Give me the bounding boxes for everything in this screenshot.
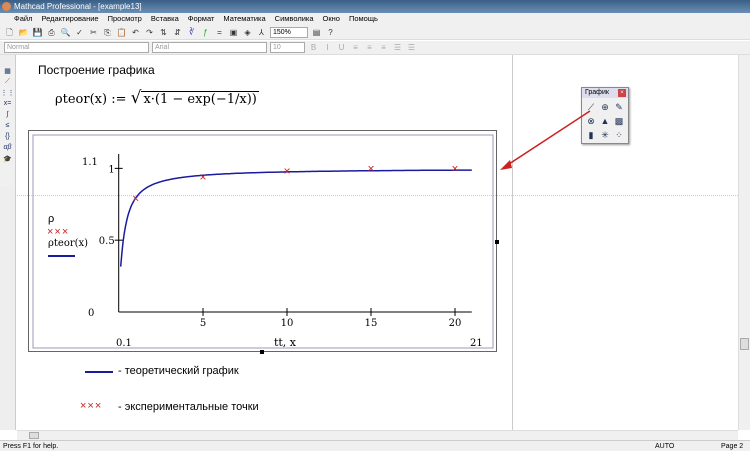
calc-icon[interactable]: ∛ [186, 27, 197, 38]
font-select[interactable]: Arial [152, 42, 267, 53]
paste-icon[interactable]: 📋 [116, 27, 127, 38]
rho-teor-line-legend [48, 255, 75, 257]
scroll-thumb[interactable] [740, 338, 749, 350]
section-heading: Построение графика [38, 63, 155, 77]
numbering-icon[interactable]: ☰ [406, 42, 417, 53]
resource-center-icon[interactable]: ▤ [311, 27, 322, 38]
symbolic-icon[interactable]: 🎓 [0, 155, 15, 166]
calculus-icon[interactable]: ∫ [0, 111, 15, 122]
save-icon[interactable]: 💾 [32, 27, 43, 38]
contour-plot-icon[interactable]: ▩ [613, 115, 625, 127]
open-icon[interactable]: 📂 [18, 27, 29, 38]
equals-icon[interactable]: = [214, 27, 225, 38]
redo-icon[interactable]: ↷ [144, 27, 155, 38]
menu-item[interactable]: Символика [275, 13, 314, 25]
math-toolbar: ▦ ⟋ ⋮⋮ x= ∫ ≤{} αβ 🎓 [0, 67, 16, 187]
boolean-icon[interactable]: ≤ [0, 122, 15, 133]
calculator-icon[interactable]: ▦ [0, 67, 15, 78]
xy-plot-icon[interactable]: ⟋ [585, 101, 597, 113]
menu-item[interactable]: Математика [223, 13, 265, 25]
undo-icon[interactable]: ↶ [130, 27, 141, 38]
size-select[interactable]: 10 [270, 42, 305, 53]
underline-icon[interactable]: U [336, 42, 347, 53]
graph-palette: График × ⟋ ⊕ ✎ ⊗ ▲ ▩ ▮ ✳ ⁘ [581, 87, 629, 144]
status-help: Press F1 for help. [3, 443, 59, 450]
matrix-icon[interactable]: ⋮⋮ [0, 89, 15, 100]
help-icon[interactable]: ? [325, 27, 336, 38]
bold-icon[interactable]: B [308, 42, 319, 53]
experiment-marker-sample: ××× [80, 400, 103, 412]
evaluation-icon[interactable]: x= [0, 100, 15, 111]
polar-plot-icon[interactable]: ⊗ [585, 115, 597, 127]
xy-plot-region[interactable] [28, 130, 497, 352]
page-break-line [512, 55, 513, 430]
sort-icon[interactable]: ⇵ [172, 27, 183, 38]
print-icon[interactable]: ⎙ [46, 27, 57, 38]
hscroll-thumb[interactable] [29, 432, 39, 439]
math-icon[interactable]: ⅄ [256, 27, 267, 38]
trace-icon[interactable]: ✎ [613, 101, 625, 113]
align-left-icon[interactable]: ≡ [350, 42, 361, 53]
copy-icon[interactable]: ⎘ [102, 27, 113, 38]
graph-icon[interactable]: ⟋ [0, 78, 15, 89]
experiment-note: - экспериментальные точки [118, 401, 259, 413]
zoom-select[interactable]: 150% [270, 26, 308, 38]
vector-field-icon[interactable]: ⁘ [613, 129, 625, 141]
bullets-icon[interactable]: ☰ [392, 42, 403, 53]
align-right-icon[interactable]: ≡ [378, 42, 389, 53]
rho-marker-legend: ××× [47, 226, 70, 238]
horizontal-scrollbar[interactable] [17, 430, 738, 440]
menu-bar: Файл Редактирование Просмотр Вставка Формат М… [0, 13, 750, 25]
programming-icon[interactable]: {} [0, 133, 15, 144]
format-toolbar: Normal Arial 10 BIU ≡ ≡ ≡ ☰ ☰ [0, 41, 750, 55]
bar3d-plot-icon[interactable]: ▮ [585, 129, 597, 141]
close-icon[interactable]: × [618, 89, 626, 97]
italic-icon[interactable]: I [322, 42, 333, 53]
scatter3d-plot-icon[interactable]: ✳ [599, 129, 611, 141]
new-icon[interactable]: 🗋 [4, 27, 15, 38]
vertical-scrollbar[interactable] [738, 55, 750, 430]
app-icon [2, 2, 11, 11]
menu-item[interactable]: Окно [323, 13, 340, 25]
formula-lhs: ρteor(x) := [55, 92, 127, 107]
surface-plot-icon[interactable]: ▲ [599, 115, 611, 127]
formula-rhs: x·(1 − exp(−1/x)) [141, 91, 259, 107]
cut-icon[interactable]: ✂ [88, 27, 99, 38]
menu-item[interactable]: Помощь [349, 13, 378, 25]
theory-line-sample [85, 371, 113, 373]
formula-rho-teor[interactable]: ρteor(x) := √ x·(1 − exp(−1/x)) [55, 88, 259, 108]
menu-item[interactable]: Формат [188, 13, 215, 25]
preview-icon[interactable]: 🔍 [60, 27, 71, 38]
greek-icon[interactable]: αβ [0, 144, 15, 155]
y-label-rho: ρ [48, 213, 55, 225]
resource-icon[interactable]: ◈ [242, 27, 253, 38]
window-title: Mathcad Professional - [example13] [14, 2, 142, 11]
status-page: Page 2 [721, 443, 744, 450]
theory-note: - теоретический график [118, 365, 239, 377]
style-select[interactable]: Normal [4, 42, 149, 53]
align-center-icon[interactable]: ≡ [364, 42, 375, 53]
standard-toolbar: 🗋 📂 💾 ⎙ 🔍 ✓ ✂ ⎘ 📋 ↶ ↷ ⇅ ⇵ ∛ ƒ = ▣ ◈ ⅄ 150% ▤? [0, 25, 750, 40]
title-bar: Mathcad Professional - [example13] [0, 0, 750, 13]
menu-item[interactable]: Редактирование [41, 13, 98, 25]
zoom-icon[interactable]: ⊕ [599, 101, 611, 113]
status-mode: AUTO [655, 443, 675, 450]
insert-function-icon[interactable]: ƒ [200, 27, 211, 38]
y-label-rho-teor: ρteor(x) [48, 238, 89, 249]
spell-icon[interactable]: ✓ [74, 27, 85, 38]
menu-item[interactable]: Вставка [151, 13, 179, 25]
status-bar: Press F1 for help. AUTO Page 2 [0, 440, 750, 451]
component-icon[interactable]: ▣ [228, 27, 239, 38]
align-icon[interactable]: ⇅ [158, 27, 169, 38]
menu-item[interactable]: Файл [14, 13, 32, 25]
menu-item[interactable]: Просмотр [108, 13, 142, 25]
